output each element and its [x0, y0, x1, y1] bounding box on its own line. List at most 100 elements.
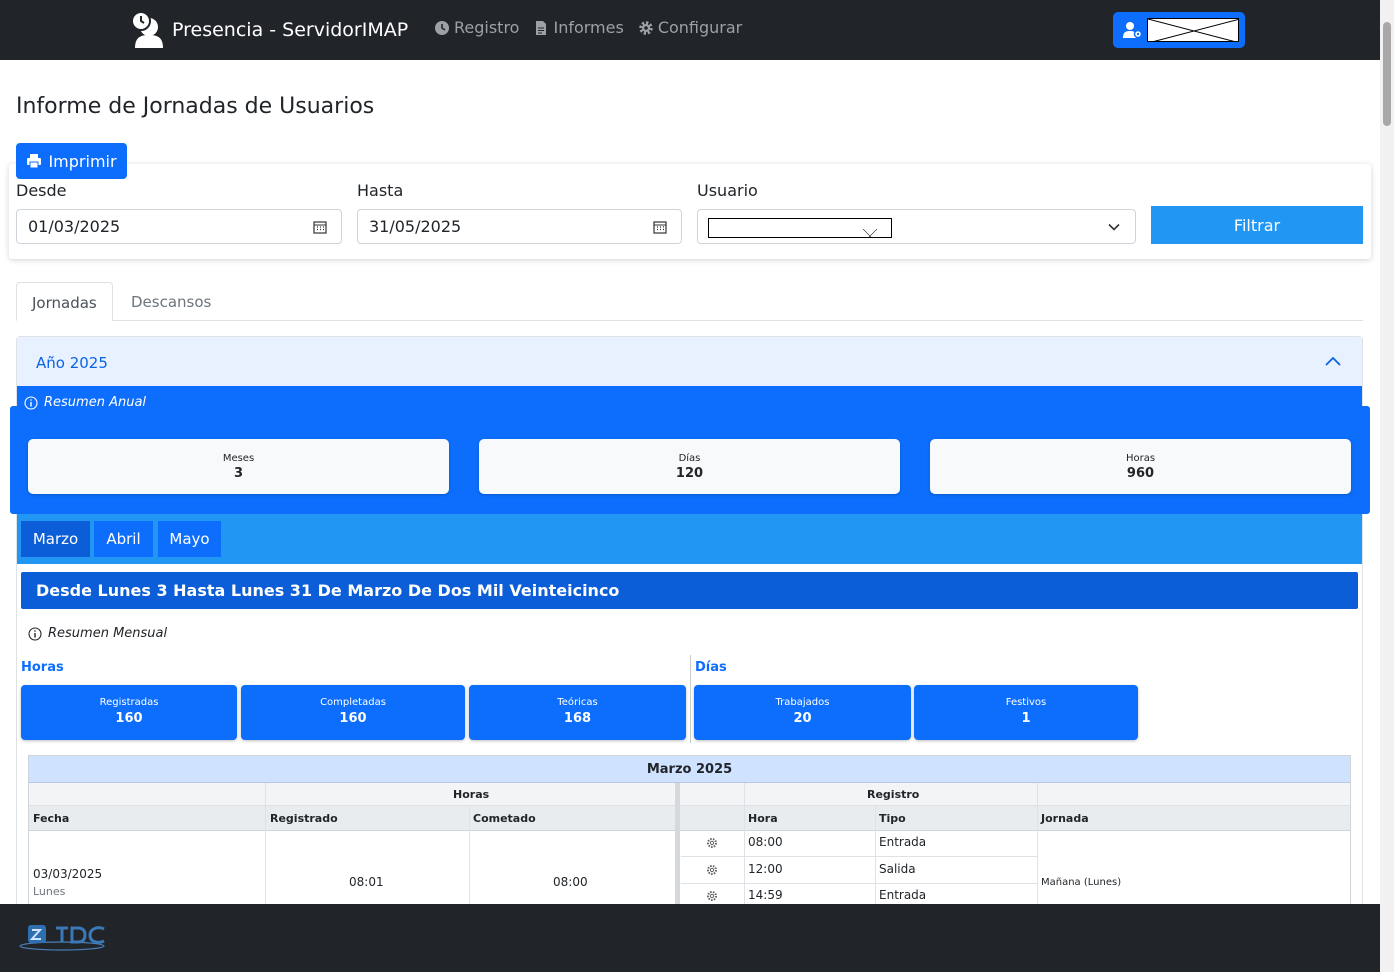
row-completado: 08:00: [553, 875, 588, 889]
chevron-down-icon: [1108, 223, 1120, 231]
registro-hora: 12:00: [748, 862, 783, 876]
col-divider: [875, 806, 876, 914]
stat-value: 1: [1021, 711, 1031, 726]
tab-descansos[interactable]: Descansos: [116, 282, 226, 321]
stat-label: Días: [678, 453, 701, 464]
annual-stat-dias: Días 120: [479, 439, 900, 494]
stat-value: 120: [675, 466, 704, 481]
col-divider: [265, 783, 266, 914]
page-title: Informe de Jornadas de Usuarios: [16, 94, 375, 119]
stat-label: Meses: [222, 453, 255, 464]
desde-date-input[interactable]: 01/03/2025: [16, 209, 342, 244]
nav-registro-label: Registro: [454, 18, 520, 37]
top-navbar: Presencia - ServidorIMAP Registro Inform…: [0, 0, 1380, 60]
stat-value: 960: [1126, 466, 1155, 481]
usuario-placeholder-image: [708, 218, 892, 238]
annual-summary-band: [17, 386, 1362, 408]
user-avatar-placeholder: [1147, 18, 1239, 42]
table-header-row: [29, 806, 1350, 831]
nav-informes[interactable]: Informes: [533, 18, 624, 37]
nav-configurar[interactable]: Configurar: [638, 18, 742, 37]
brand-title: Presencia - ServidorIMAP: [172, 19, 409, 41]
stat-value: 20: [793, 711, 812, 726]
hasta-value: 31/05/2025: [369, 217, 462, 236]
row-jornada: Mañana (Lunes): [1041, 877, 1122, 888]
tab-jornadas-label: Jornadas: [32, 294, 97, 312]
col-header-registrado: Registrado: [270, 812, 338, 825]
hasta-date-input[interactable]: 31/05/2025: [357, 209, 682, 244]
stat-label: Horas: [1125, 453, 1156, 464]
page-scrollbar[interactable]: [1380, 0, 1394, 972]
monthly-summary-label: Resumen Mensual: [48, 626, 168, 641]
filter-card: Desde 01/03/2025 Hasta 31/05/2025 Usuari…: [9, 164, 1371, 259]
desde-value: 01/03/2025: [28, 217, 121, 236]
scrollbar-thumb[interactable]: [1383, 22, 1391, 126]
table-group-header-row: [29, 783, 1350, 806]
month-button-marzo[interactable]: Marzo: [21, 521, 90, 557]
desde-label: Desde: [16, 181, 67, 200]
print-button[interactable]: Imprimir: [16, 143, 127, 179]
horas-section-label: Horas: [21, 660, 64, 675]
registro-hora: 08:00: [748, 835, 783, 849]
dias-section-label: Días: [695, 660, 727, 675]
year-accordion-header[interactable]: Año 2025: [17, 337, 1362, 386]
month-button-mayo[interactable]: Mayo: [158, 521, 221, 557]
user-menu-button[interactable]: [1113, 12, 1245, 48]
stat-value: 168: [563, 711, 592, 726]
gear-icon[interactable]: [706, 864, 718, 876]
chevron-up-icon[interactable]: [1324, 355, 1342, 367]
registro-tipo: Salida: [879, 862, 916, 876]
row-registrado: 08:01: [349, 875, 384, 889]
col-divider: [675, 783, 680, 914]
info-circle-icon: [28, 626, 42, 641]
table-caption: Marzo 2025: [29, 756, 1350, 783]
summary-divider: [690, 655, 691, 743]
stat-registradas: Registradas 160: [21, 685, 237, 740]
gear-icon: [639, 20, 653, 35]
col-header-tipo: Tipo: [879, 812, 906, 825]
nav-registro[interactable]: Registro: [434, 18, 519, 37]
stat-trabajados: Trabajados 20: [694, 685, 911, 740]
month-label: Mayo: [169, 530, 210, 548]
row-dia: Lunes: [33, 885, 66, 898]
month-label: Marzo: [32, 530, 79, 548]
month-detail-table: Marzo 2025 Horas Registro Fecha Registra…: [28, 755, 1351, 915]
user-clock-logo-icon: [131, 11, 163, 48]
col-divider: [744, 783, 745, 914]
col-header-hora: Hora: [748, 812, 778, 825]
calendar-icon[interactable]: [313, 220, 327, 234]
stat-label: Teóricas: [557, 697, 598, 708]
stat-value: 3: [233, 466, 244, 481]
stat-label: Registradas: [99, 697, 159, 708]
registro-tipo: Entrada: [879, 888, 927, 902]
annual-stat-horas: Horas 960: [930, 439, 1351, 494]
usuario-select[interactable]: [697, 209, 1136, 244]
print-button-label: Imprimir: [48, 151, 117, 171]
gear-icon[interactable]: [706, 837, 718, 849]
filter-button[interactable]: Filtrar: [1151, 206, 1363, 244]
stat-label: Completadas: [320, 697, 386, 708]
file-icon: [536, 20, 547, 35]
gear-icon[interactable]: [706, 890, 718, 902]
month-button-abril[interactable]: Abril: [94, 521, 153, 557]
col-header-completado: Cometado: [473, 812, 536, 825]
tab-jornadas[interactable]: Jornadas: [16, 282, 113, 321]
stat-label: Trabajados: [775, 697, 830, 708]
clock-icon: [435, 20, 449, 35]
company-logo-icon: [19, 925, 105, 951]
col-divider: [1037, 783, 1038, 914]
report-tabs: Jornadas Descansos: [16, 282, 1363, 321]
tab-descansos-label: Descansos: [131, 293, 212, 311]
monthly-summary-title: Resumen Mensual: [28, 626, 167, 641]
stat-value: 160: [115, 711, 143, 726]
hasta-label: Hasta: [357, 181, 404, 200]
row-divider: [681, 883, 1037, 884]
col-header-fecha: Fecha: [33, 812, 70, 825]
registro-hora: 14:59: [748, 888, 783, 902]
calendar-icon[interactable]: [653, 220, 667, 234]
stat-teoricas: Teóricas 168: [469, 685, 686, 740]
stat-value: 160: [339, 711, 367, 726]
brand-link[interactable]: Presencia - ServidorIMAP: [130, 10, 408, 50]
row-fecha: 03/03/2025: [33, 867, 103, 881]
row-divider: [681, 856, 1037, 857]
